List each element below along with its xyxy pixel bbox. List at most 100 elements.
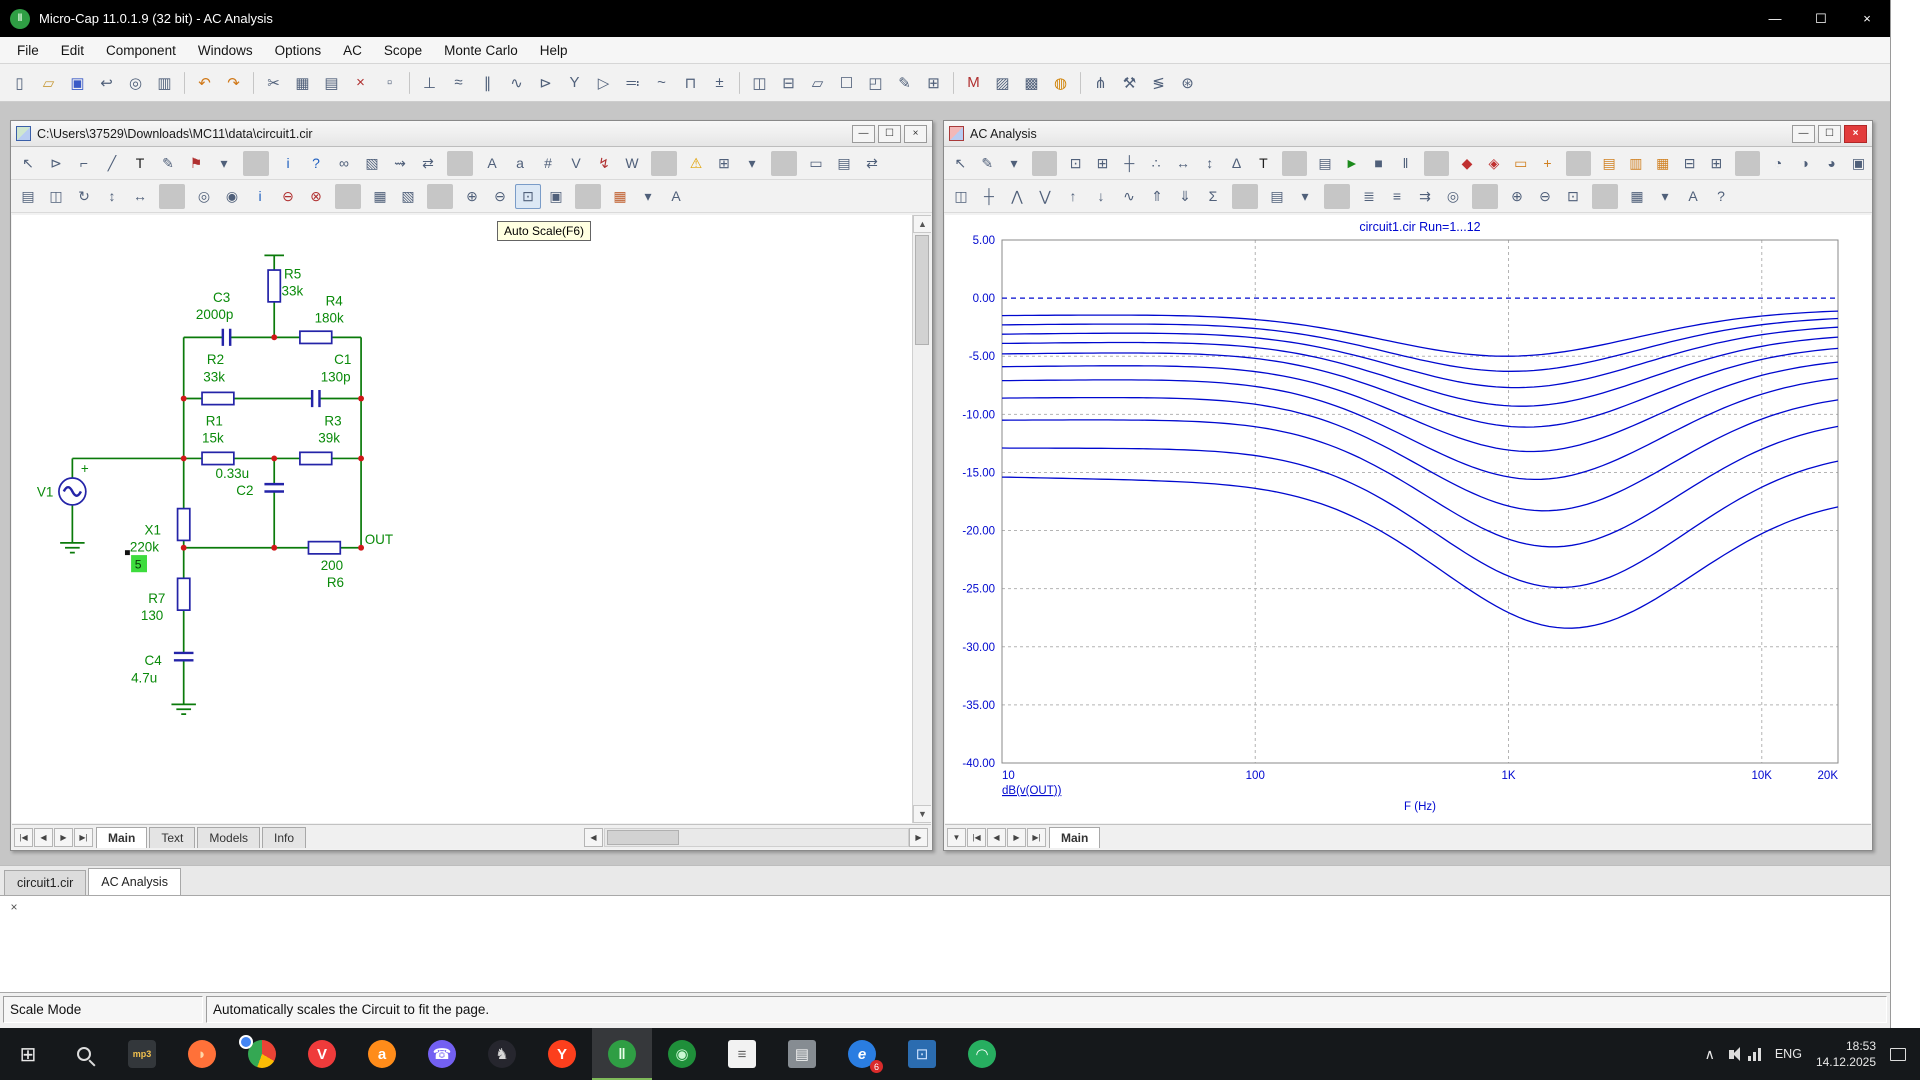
- close-button[interactable]: ×: [904, 125, 927, 143]
- grid[interactable]: ⊞: [711, 151, 737, 176]
- menu-item[interactable]: Monte Carlo: [433, 37, 529, 63]
- grid-options[interactable]: ▦: [1624, 184, 1650, 209]
- optimizer[interactable]: ⚒: [1116, 69, 1143, 96]
- flip-vertical[interactable]: ↕: [99, 184, 125, 209]
- paste[interactable]: ▤: [318, 69, 345, 96]
- scroll-right-arrow[interactable]: ▶: [909, 828, 928, 847]
- component-editor[interactable]: ✎: [891, 69, 918, 96]
- horizontal-cursor[interactable]: ⊞: [1704, 151, 1729, 176]
- page-nav-button[interactable]: ▶|: [1027, 828, 1046, 847]
- go-to-branch[interactable]: ⇉: [1412, 184, 1438, 209]
- same-branch[interactable]: ≡: [1384, 184, 1410, 209]
- source-v1[interactable]: [59, 478, 86, 505]
- components[interactable]: [59, 270, 340, 660]
- point-tag-mode[interactable]: ∴: [1144, 151, 1169, 176]
- performance-tag-mode[interactable]: Δ: [1224, 151, 1249, 176]
- web-update[interactable]: ◍: [1047, 69, 1074, 96]
- vertical-tag-mode[interactable]: ↕: [1197, 151, 1222, 176]
- waveform-label[interactable]: dB(v(OUT)): [1002, 785, 1062, 797]
- title-block[interactable]: ▤: [831, 151, 857, 176]
- diagonal-wire-mode[interactable]: ╱: [99, 151, 125, 176]
- page-tab[interactable]: Text: [149, 827, 195, 848]
- minimize-button[interactable]: —: [852, 125, 875, 143]
- scale-mode[interactable]: ⊞: [1090, 151, 1115, 176]
- clipboard[interactable]: ▤: [1264, 184, 1290, 209]
- accumulate-plots[interactable]: ◕: [1819, 151, 1844, 176]
- close-button[interactable]: ×: [1844, 0, 1890, 37]
- capacitor-c2[interactable]: [264, 484, 284, 491]
- inflection[interactable]: ∿: [1116, 184, 1142, 209]
- tray-expand-icon[interactable]: ∧: [1705, 1046, 1715, 1063]
- font[interactable]: A: [1680, 184, 1706, 209]
- horizontal-tag-mode[interactable]: ↔: [1171, 151, 1196, 176]
- vertical-axis-grids[interactable]: ▥: [1624, 151, 1649, 176]
- cursor-lock[interactable]: ┼: [976, 184, 1002, 209]
- scroll-up-arrow[interactable]: ▲: [913, 215, 931, 233]
- color-palette[interactable]: ▦: [607, 184, 633, 209]
- select-box[interactable]: ▫: [376, 69, 403, 96]
- zoom-in[interactable]: ⊕: [459, 184, 485, 209]
- auto-scale[interactable]: ⊡: [515, 184, 541, 209]
- menu-item[interactable]: File: [6, 37, 50, 63]
- edge[interactable]: e 6: [832, 1028, 892, 1080]
- step-clear[interactable]: ⊗: [303, 184, 329, 209]
- restore-button[interactable]: ☐: [878, 125, 901, 143]
- restore-scales[interactable]: ⊡: [1560, 184, 1586, 209]
- grid-dropdown[interactable]: ▾: [739, 151, 765, 176]
- resistor-component[interactable]: ≈: [445, 69, 472, 96]
- minimize-button[interactable]: —: [1752, 0, 1798, 37]
- minor-log-grids[interactable]: ▦: [1650, 151, 1675, 176]
- show-node-numbers[interactable]: #: [535, 151, 561, 176]
- shape-editor[interactable]: ▨: [989, 69, 1016, 96]
- help-mode[interactable]: ?: [303, 151, 329, 176]
- threads[interactable]: ⋔: [1087, 69, 1114, 96]
- show-grid-text[interactable]: a: [507, 151, 533, 176]
- flag-mode[interactable]: ⚑: [183, 151, 209, 176]
- diode-component[interactable]: ⊳: [532, 69, 559, 96]
- rotate[interactable]: ↻: [71, 184, 97, 209]
- model-program[interactable]: M: [960, 69, 987, 96]
- pause[interactable]: ‖: [1393, 151, 1418, 176]
- menu-item[interactable]: Help: [529, 37, 579, 63]
- link-mode[interactable]: ∞: [331, 151, 357, 176]
- undo[interactable]: ↶: [191, 69, 218, 96]
- menu-item[interactable]: Options: [264, 37, 333, 63]
- resistor-r3[interactable]: [300, 452, 332, 464]
- page-nav-button[interactable]: ▼: [947, 828, 966, 847]
- schematic-titlebar[interactable]: C:\Users\37529\Downloads\MC11\data\circu…: [11, 121, 932, 147]
- minimize-button[interactable]: —: [1792, 125, 1815, 143]
- dependent-source-component[interactable]: ±: [706, 69, 733, 96]
- tile-horizontal[interactable]: ⊟: [775, 69, 802, 96]
- page-nav-button[interactable]: |◀: [967, 828, 986, 847]
- menu-item[interactable]: Windows: [187, 37, 264, 63]
- inductor-component[interactable]: ∿: [503, 69, 530, 96]
- info-mode[interactable]: i: [275, 151, 301, 176]
- menu-item[interactable]: Edit: [50, 37, 95, 63]
- show-current-arrows[interactable]: ↯: [591, 151, 617, 176]
- calculator[interactable]: ⊞: [920, 69, 947, 96]
- stop[interactable]: ■: [1366, 151, 1391, 176]
- save-file[interactable]: ▣: [64, 69, 91, 96]
- clear[interactable]: ×: [347, 69, 374, 96]
- zoom-mode[interactable]: ⊡: [1063, 151, 1088, 176]
- show-attribute-text[interactable]: A: [479, 151, 505, 176]
- zoom-cursor[interactable]: ◔: [1766, 151, 1791, 176]
- align-cursors[interactable]: ≣: [1356, 184, 1382, 209]
- resistor-r2[interactable]: [202, 392, 234, 404]
- palette-dropdown[interactable]: ▾: [635, 184, 661, 209]
- whale-browser[interactable]: ◠: [952, 1028, 1012, 1080]
- fax-tool[interactable]: ▤: [772, 1028, 832, 1080]
- cut[interactable]: ✂: [260, 69, 287, 96]
- select-mode[interactable]: ↖: [15, 151, 41, 176]
- copy-picture[interactable]: ▧: [395, 184, 421, 209]
- find-file[interactable]: ◎: [122, 69, 149, 96]
- picture-file-dropdown[interactable]: ▾: [211, 151, 237, 176]
- mp3directcut[interactable]: mp3: [112, 1028, 172, 1080]
- amigo[interactable]: a: [352, 1028, 412, 1080]
- performance-windows[interactable]: ≶: [1145, 69, 1172, 96]
- notification-center-icon[interactable]: [1890, 1048, 1906, 1061]
- vivaldi[interactable]: V: [292, 1028, 352, 1080]
- start-button[interactable]: ⊞: [0, 1028, 56, 1080]
- picture[interactable]: ▣: [543, 184, 569, 209]
- point-to-point-paths[interactable]: ⇄: [415, 151, 441, 176]
